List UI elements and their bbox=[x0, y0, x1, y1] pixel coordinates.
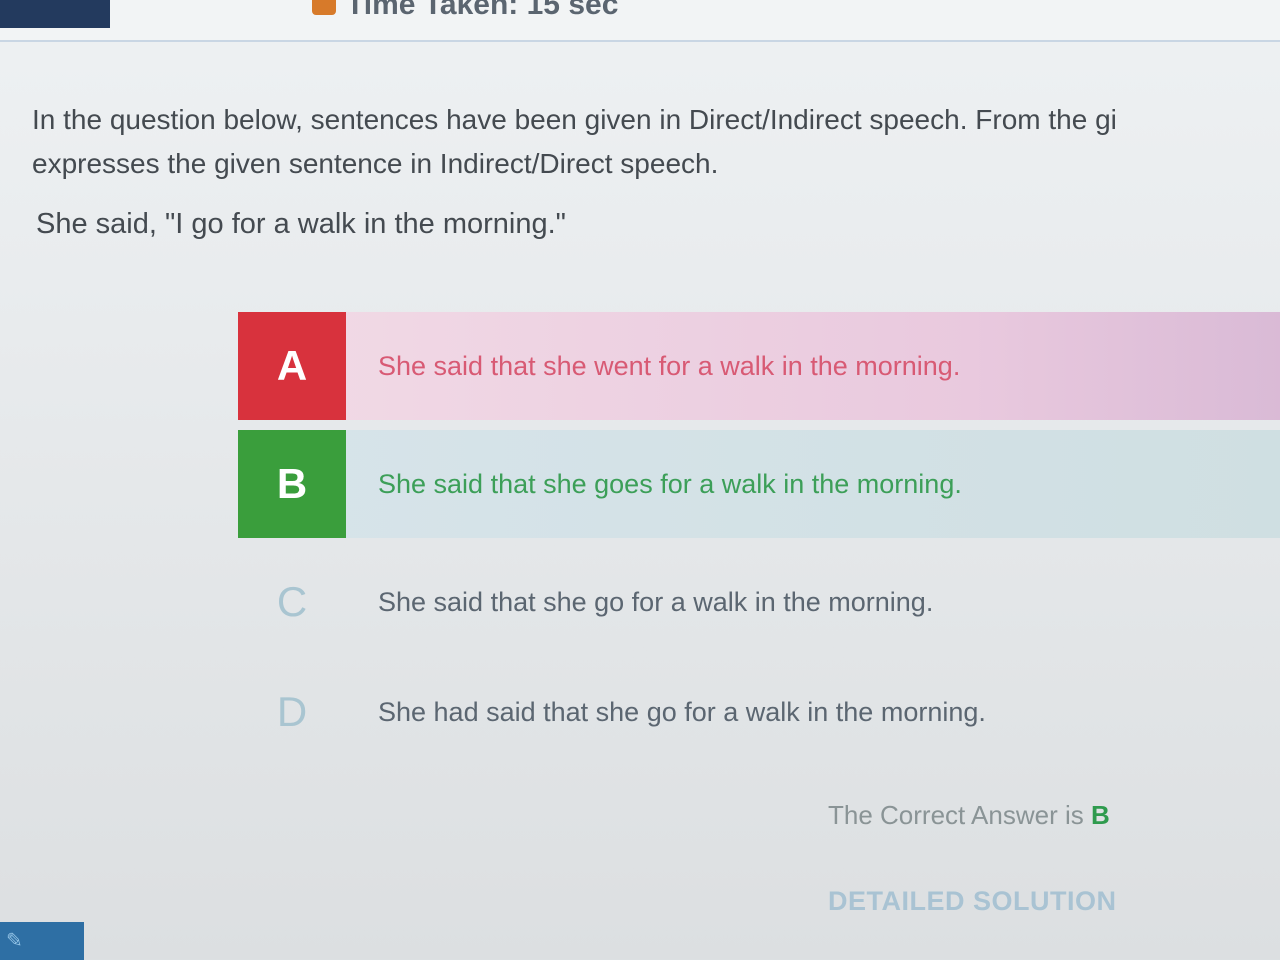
nav-tab[interactable] bbox=[0, 0, 110, 28]
option-b[interactable]: B She said that she goes for a walk in t… bbox=[238, 430, 1280, 538]
option-letter: A bbox=[238, 312, 346, 420]
correct-answer-letter: B bbox=[1090, 800, 1110, 830]
option-letter: B bbox=[238, 430, 346, 538]
option-a[interactable]: A She said that she went for a walk in t… bbox=[238, 312, 1280, 420]
option-text: She said that she go for a walk in the m… bbox=[378, 586, 934, 617]
instruction-line-2: expresses the given sentence in Indirect… bbox=[32, 148, 719, 179]
timer: Time Taken: 15 sec bbox=[312, 0, 618, 22]
correct-answer: The Correct Answer is B bbox=[828, 800, 1110, 831]
corner-button[interactable]: ✎ bbox=[0, 922, 84, 960]
option-text: She said that she went for a walk in the… bbox=[378, 350, 961, 381]
instruction-line-1: In the question below, sentences have be… bbox=[32, 104, 1117, 135]
option-letter: D bbox=[276, 688, 308, 735]
option-text: She said that she goes for a walk in the… bbox=[378, 468, 962, 499]
timer-label: Time Taken: 15 sec bbox=[346, 0, 619, 21]
pencil-icon: ✎ bbox=[6, 930, 23, 952]
question-instruction: In the question below, sentences have be… bbox=[32, 98, 1280, 186]
option-d[interactable]: D She had said that she go for a walk in… bbox=[238, 658, 1280, 766]
detailed-solution-link[interactable]: DETAILED SOLUTION bbox=[828, 886, 1117, 917]
top-bar: Time Taken: 15 sec bbox=[0, 0, 1280, 42]
option-text: She had said that she go for a walk in t… bbox=[378, 696, 986, 727]
question-stem: She said, "I go for a walk in the mornin… bbox=[36, 208, 566, 240]
correct-answer-prefix: The Correct Answer is bbox=[828, 800, 1091, 830]
option-c[interactable]: C She said that she go for a walk in the… bbox=[238, 548, 1280, 656]
clock-icon bbox=[312, 0, 336, 15]
option-letter: C bbox=[276, 578, 308, 625]
